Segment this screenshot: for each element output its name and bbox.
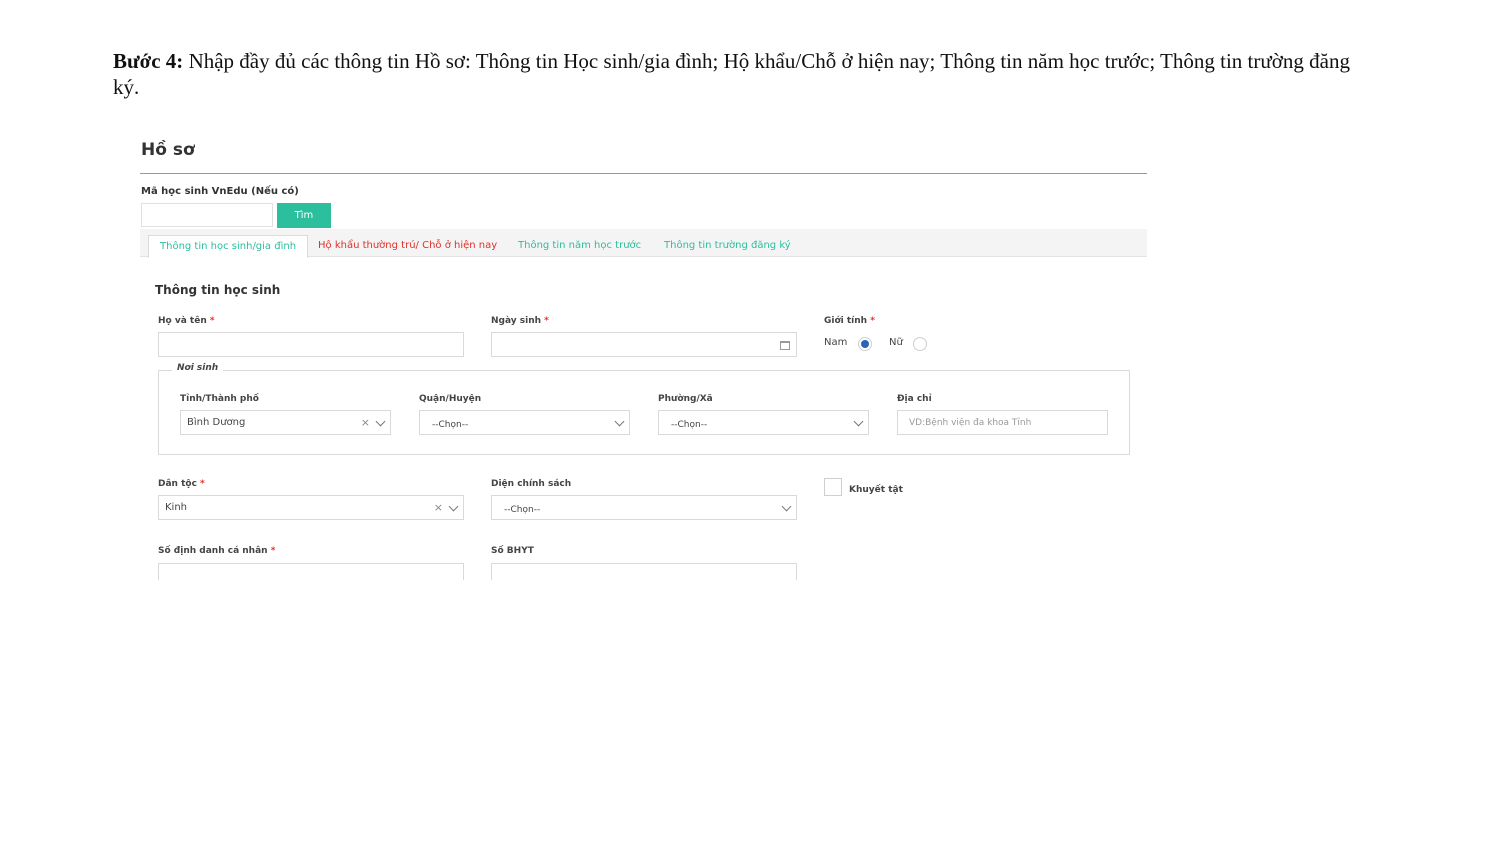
district-label: Quận/Huyện bbox=[419, 394, 482, 404]
tab-residence[interactable]: Hộ khẩu thường trú/ Chỗ ở hiện nay bbox=[307, 235, 508, 257]
section-title: Thông tin học sinh bbox=[155, 283, 281, 297]
required-mark: * bbox=[200, 479, 205, 489]
gender-female-radio[interactable] bbox=[913, 337, 927, 351]
required-mark: * bbox=[270, 546, 276, 556]
district-select[interactable]: --Chọn-- bbox=[419, 410, 630, 435]
dob-label: Ngày sinh * bbox=[491, 316, 549, 326]
dob-input[interactable] bbox=[491, 332, 797, 357]
step-label: Bước 4: bbox=[113, 49, 184, 73]
birthplace-legend: Nơi sinh bbox=[172, 363, 224, 373]
page-title: Hồ sơ bbox=[141, 140, 195, 160]
policy-label: Diện chính sách bbox=[491, 479, 572, 489]
address-placeholder: VD:Bệnh viện đa khoa Tỉnh bbox=[909, 418, 1032, 428]
ethnicity-value: Kinh bbox=[165, 502, 188, 513]
vnedu-code-input[interactable] bbox=[141, 203, 273, 227]
district-value: --Chọn-- bbox=[432, 420, 469, 430]
tab-previous-year[interactable]: Thông tin năm học trước bbox=[507, 235, 652, 257]
health-insurance-label: Số BHYT bbox=[491, 546, 534, 556]
step-description: Nhập đầy đủ các thông tin Hồ sơ: Thông t… bbox=[113, 49, 1350, 99]
required-mark: * bbox=[870, 316, 875, 326]
ward-value: --Chọn-- bbox=[671, 420, 708, 430]
instruction-text: Bước 4: Nhập đầy đủ các thông tin Hồ sơ:… bbox=[113, 48, 1373, 100]
gender-male-radio[interactable] bbox=[858, 337, 872, 351]
disability-checkbox[interactable] bbox=[824, 478, 842, 496]
tab-student-family[interactable]: Thông tin học sinh/gia đình bbox=[148, 235, 309, 258]
full-name-label: Họ và tên * bbox=[158, 316, 215, 326]
chevron-down-icon bbox=[614, 416, 625, 427]
ward-label: Phường/Xã bbox=[658, 394, 713, 404]
province-label: Tỉnh/Thành phố bbox=[180, 394, 259, 404]
chevron-down-icon bbox=[448, 501, 459, 512]
province-select[interactable]: Bình Dương × bbox=[180, 410, 391, 435]
address-label: Địa chỉ bbox=[897, 394, 932, 404]
clear-icon[interactable]: × bbox=[434, 496, 443, 520]
ward-select[interactable]: --Chọn-- bbox=[658, 410, 869, 435]
vnedu-code-label: Mã học sinh VnEdu (Nếu có) bbox=[141, 186, 299, 197]
search-button[interactable]: Tìm bbox=[277, 203, 331, 228]
title-divider bbox=[140, 173, 1147, 174]
chevron-down-icon bbox=[781, 501, 792, 512]
chevron-down-icon bbox=[853, 416, 864, 427]
form-screenshot: Hồ sơ Mã học sinh VnEdu (Nếu có) Tìm Thô… bbox=[140, 130, 1150, 580]
tab-registered-school[interactable]: Thông tin trường đăng ký bbox=[653, 235, 802, 257]
required-mark: * bbox=[209, 316, 215, 326]
gender-female-label: Nữ bbox=[889, 337, 903, 348]
policy-value: --Chọn-- bbox=[504, 505, 541, 515]
tab-bar: Thông tin học sinh/gia đình Hộ khẩu thườ… bbox=[140, 229, 1147, 258]
disability-label: Khuyết tật bbox=[849, 485, 903, 495]
gender-male-label: Nam bbox=[824, 337, 848, 348]
ethnicity-select[interactable]: Kinh × bbox=[158, 495, 464, 520]
personal-id-label: Số định danh cá nhân * bbox=[158, 546, 276, 556]
health-insurance-input[interactable] bbox=[491, 563, 797, 580]
gender-label: Giới tính * bbox=[824, 316, 875, 326]
personal-id-input[interactable] bbox=[158, 563, 464, 580]
full-name-input[interactable] bbox=[158, 332, 464, 357]
clear-icon[interactable]: × bbox=[361, 411, 370, 435]
required-mark: * bbox=[544, 316, 549, 326]
chevron-down-icon bbox=[375, 416, 386, 427]
ethnicity-label: Dân tộc * bbox=[158, 479, 205, 489]
calendar-icon[interactable] bbox=[780, 341, 790, 350]
address-input[interactable]: VD:Bệnh viện đa khoa Tỉnh bbox=[897, 410, 1108, 435]
province-value: Bình Dương bbox=[187, 417, 246, 428]
policy-select[interactable]: --Chọn-- bbox=[491, 495, 797, 520]
